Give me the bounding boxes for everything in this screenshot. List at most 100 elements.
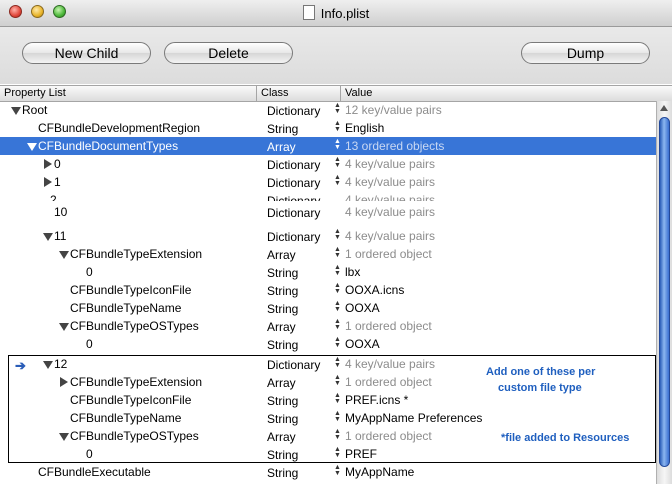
- class-popup-arrows-icon[interactable]: ▲ ▼: [334, 446, 341, 461]
- class-popup-arrows-icon[interactable]: ▲ ▼: [334, 356, 341, 371]
- outline-row[interactable]: CFBundleTypeName String ▲ ▼ OOXA: [0, 299, 656, 317]
- new-child-button[interactable]: New Child: [22, 42, 151, 64]
- class-popup-arrows-icon[interactable]: ▲ ▼: [334, 318, 341, 333]
- class-popup-arrows-icon[interactable]: ▲ ▼: [334, 392, 341, 407]
- row-class[interactable]: Array: [267, 320, 296, 334]
- row-class[interactable]: String: [267, 284, 298, 298]
- row-value[interactable]: OOXA: [345, 301, 380, 315]
- row-value: 4 key/value pairs: [345, 357, 436, 371]
- outline-row[interactable]: CFBundleTypeExtension Array ▲ ▼ 1 ordered…: [0, 245, 656, 263]
- row-key: CFBundleTypeName: [70, 411, 182, 425]
- outline-row[interactable]: 0 String ▲ ▼ PREF: [0, 445, 656, 463]
- outline-row[interactable]: 10 Dictionary 4 key/value pairs: [0, 207, 656, 221]
- row-key: CFBundleTypeIconFile: [70, 393, 192, 407]
- row-key: CFBundleDevelopmentRegion: [38, 121, 201, 135]
- scrollbar-thumb[interactable]: [659, 117, 670, 467]
- row-key: 0: [54, 157, 61, 171]
- disclosure-open-icon[interactable]: [59, 433, 69, 441]
- class-popup-arrows-icon[interactable]: ▲ ▼: [334, 428, 341, 443]
- class-popup-arrows-icon[interactable]: ▲ ▼: [334, 464, 341, 479]
- dump-button[interactable]: Dump: [521, 42, 650, 64]
- disclosure-closed-icon[interactable]: [60, 377, 68, 387]
- scroll-up-icon[interactable]: [660, 105, 668, 111]
- class-popup-arrows-icon[interactable]: ▲ ▼: [334, 102, 341, 117]
- row-key: CFBundleTypeOSTypes: [70, 429, 199, 443]
- disclosure-open-icon[interactable]: [11, 107, 21, 115]
- row-class[interactable]: Array: [267, 248, 296, 262]
- row-value[interactable]: OOXA: [345, 337, 380, 351]
- row-class[interactable]: Dictionary: [267, 207, 320, 220]
- row-class[interactable]: String: [267, 338, 298, 352]
- row-value[interactable]: lbx: [345, 265, 360, 279]
- row-class[interactable]: String: [267, 302, 298, 316]
- row-class[interactable]: String: [267, 412, 298, 426]
- outline-row[interactable]: 0 String ▲ ▼ OOXA: [0, 335, 656, 353]
- row-class[interactable]: Dictionary: [267, 194, 320, 201]
- row-value[interactable]: MyAppName Preferences: [345, 411, 482, 425]
- disclosure-open-icon[interactable]: [43, 361, 53, 369]
- row-class[interactable]: Array: [267, 376, 296, 390]
- outline-row[interactable]: CFBundleTypeName String ▲ ▼ MyAppName Pre…: [0, 409, 656, 427]
- class-popup-arrows-icon[interactable]: ▲ ▼: [334, 374, 341, 389]
- row-value: 12 key/value pairs: [345, 103, 442, 117]
- outline-row[interactable]: 0 Dictionary ▲ ▼ 4 key/value pairs: [0, 155, 656, 173]
- row-value[interactable]: OOXA.icns: [345, 283, 404, 297]
- class-popup-arrows-icon[interactable]: ▲ ▼: [334, 156, 341, 171]
- vertical-scrollbar[interactable]: [656, 101, 672, 484]
- outline-row[interactable]: CFBundleExecutable String ▲ ▼ MyAppName: [0, 463, 656, 481]
- row-class[interactable]: String: [267, 122, 298, 136]
- window-title: Info.plist: [320, 6, 370, 21]
- class-popup-arrows-icon[interactable]: ▲ ▼: [334, 336, 341, 351]
- class-popup-arrows-icon[interactable]: ▲ ▼: [334, 300, 341, 315]
- row-value: 4 key/value pairs: [345, 193, 436, 201]
- outline-row[interactable]: 0 String ▲ ▼ lbx: [0, 263, 656, 281]
- disclosure-closed-icon[interactable]: [44, 159, 52, 169]
- disclosure-open-icon[interactable]: [43, 233, 53, 241]
- row-value[interactable]: PREF: [345, 447, 377, 461]
- row-class[interactable]: Dictionary: [267, 176, 320, 190]
- delete-button[interactable]: Delete: [164, 42, 293, 64]
- class-popup-arrows-icon[interactable]: ▲ ▼: [334, 264, 341, 279]
- column-header-value[interactable]: Value: [341, 86, 656, 101]
- disclosure-open-icon[interactable]: [27, 143, 37, 151]
- title-bar[interactable]: Info.plist: [0, 0, 672, 27]
- outline-row[interactable]: CFBundleTypeIconFile String ▲ ▼ OOXA.icns: [0, 281, 656, 299]
- outline-row[interactable]: Root Dictionary ▲ ▼ 12 key/value pairs: [0, 101, 656, 119]
- row-value[interactable]: MyAppName: [345, 465, 414, 479]
- row-class[interactable]: Dictionary: [267, 358, 320, 372]
- disclosure-open-icon[interactable]: [59, 251, 69, 259]
- outline-row[interactable]: 1 Dictionary ▲ ▼ 4 key/value pairs: [0, 173, 656, 191]
- row-class[interactable]: Array: [267, 140, 296, 154]
- row-class[interactable]: String: [267, 266, 298, 280]
- row-class[interactable]: Array: [267, 430, 296, 444]
- disclosure-open-icon[interactable]: [59, 323, 69, 331]
- outline-row[interactable]: CFBundleDevelopmentRegion String ▲ ▼ Engl…: [0, 119, 656, 137]
- row-class[interactable]: Dictionary: [267, 230, 320, 244]
- row-class[interactable]: Dictionary: [267, 158, 320, 172]
- outline-row[interactable]: CFBundleTypeOSTypes Array ▲ ▼ 1 ordered o…: [0, 317, 656, 335]
- class-popup-arrows-icon[interactable]: ▲ ▼: [334, 282, 341, 297]
- toolbar: New Child Delete Dump: [0, 27, 672, 84]
- class-popup-arrows-icon[interactable]: ▲ ▼: [334, 120, 341, 135]
- outline-row[interactable]: 2 Dictionary 4 key/value pairs: [0, 191, 656, 201]
- row-value: 1 ordered object: [345, 247, 432, 261]
- row-value[interactable]: PREF.icns *: [345, 393, 408, 407]
- outline-row[interactable]: 11 Dictionary ▲ ▼ 4 key/value pairs: [0, 227, 656, 245]
- column-header-class[interactable]: Class: [257, 86, 341, 101]
- outline-view[interactable]: Root Dictionary ▲ ▼ 12 key/value pairs CF…: [0, 101, 656, 484]
- disclosure-closed-icon[interactable]: [44, 177, 52, 187]
- row-class[interactable]: String: [267, 466, 298, 480]
- column-header-property[interactable]: Property List: [0, 86, 257, 101]
- row-value[interactable]: English: [345, 121, 384, 135]
- outline-row-selected[interactable]: CFBundleDocumentTypes Array ▲ ▼ 13 ordere…: [0, 137, 656, 155]
- row-class[interactable]: String: [267, 394, 298, 408]
- class-popup-arrows-icon[interactable]: ▲ ▼: [334, 410, 341, 425]
- class-popup-arrows-icon[interactable]: ▲ ▼: [334, 246, 341, 261]
- row-value: 4 key/value pairs: [345, 175, 436, 189]
- class-popup-arrows-icon[interactable]: ▲ ▼: [334, 228, 341, 243]
- row-key: 1: [54, 175, 61, 189]
- row-class[interactable]: Dictionary: [267, 104, 320, 118]
- class-popup-arrows-icon[interactable]: ▲ ▼: [334, 174, 341, 189]
- class-popup-arrows-icon[interactable]: ▲ ▼: [334, 138, 341, 153]
- row-class[interactable]: String: [267, 448, 298, 462]
